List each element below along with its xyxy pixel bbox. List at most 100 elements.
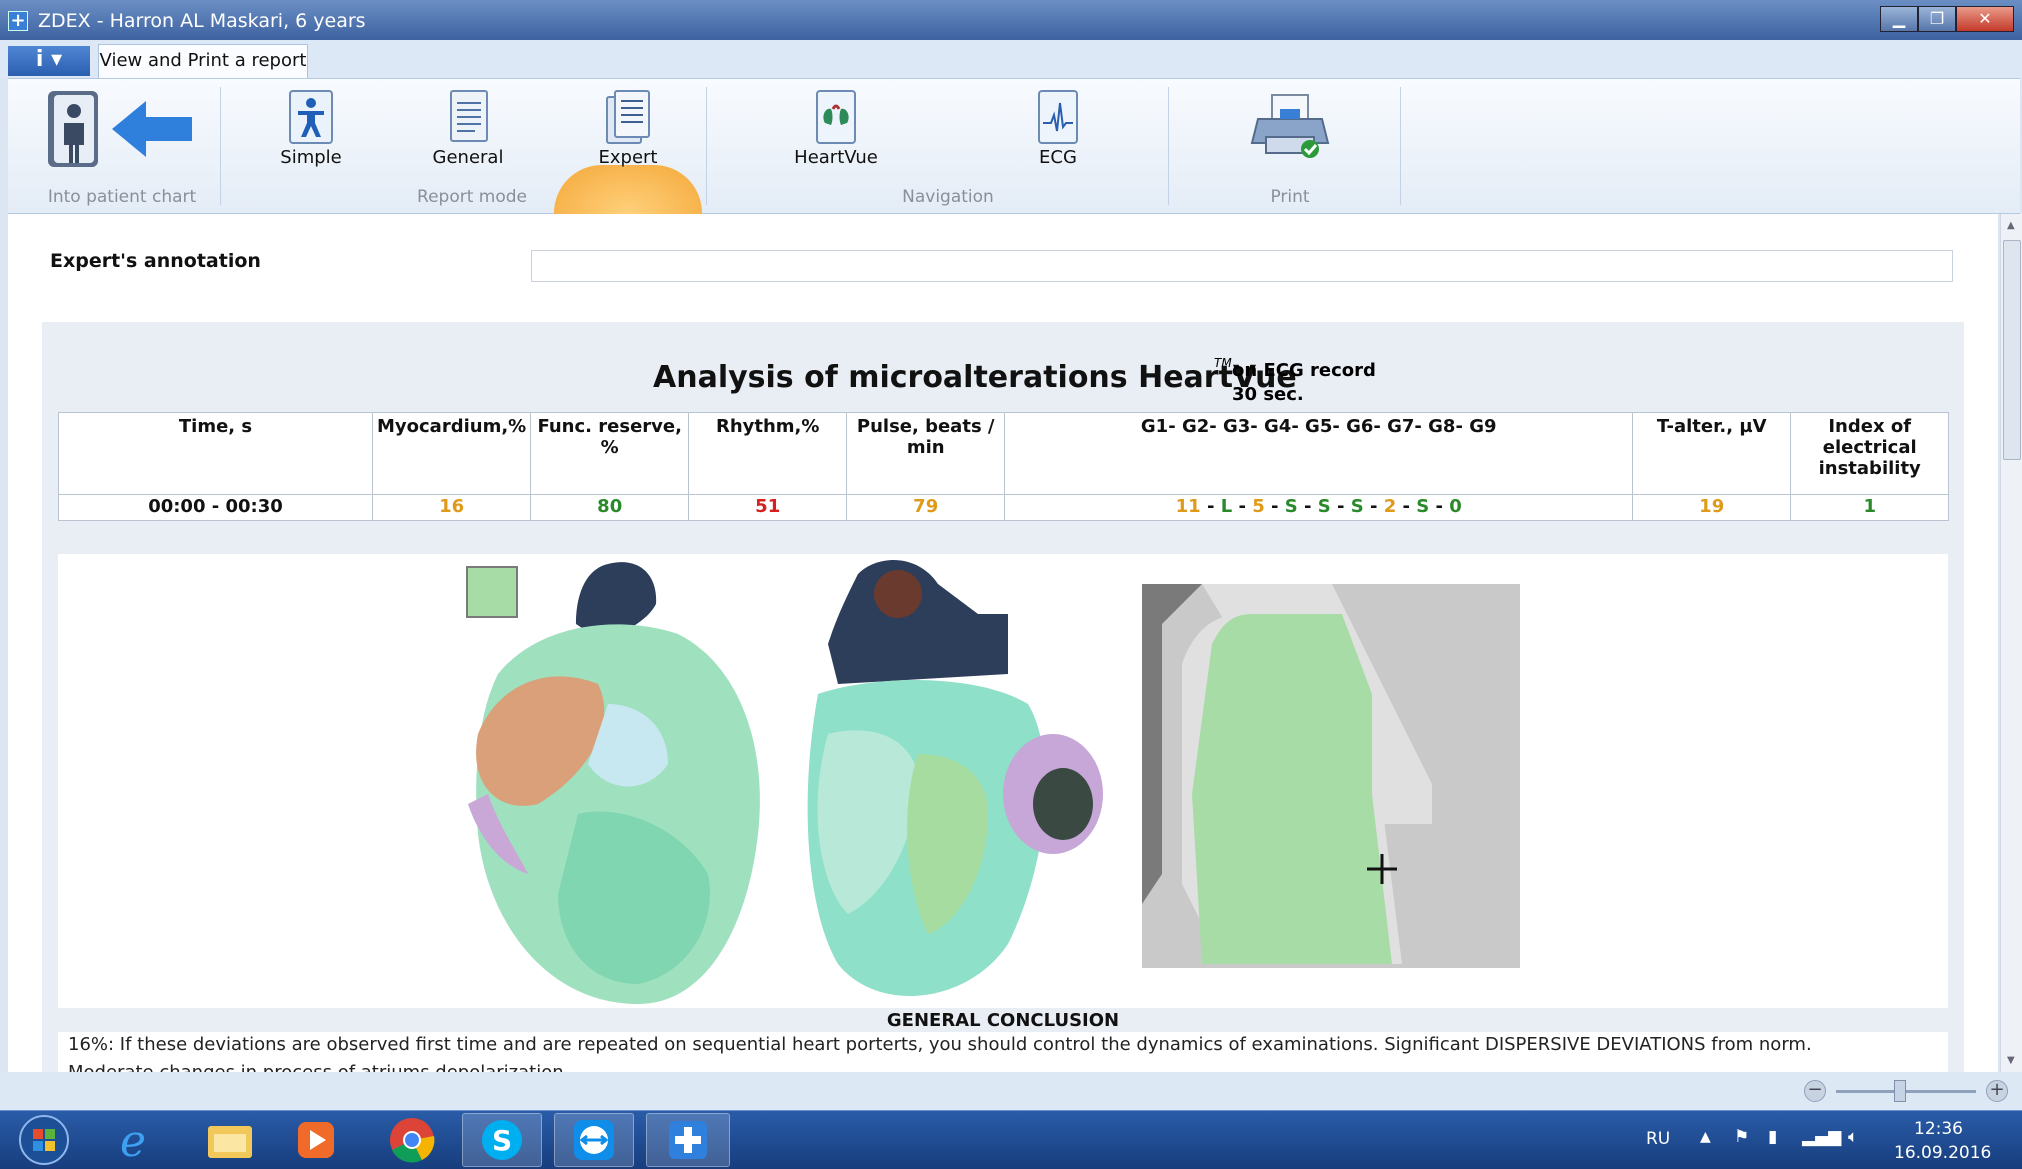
internet-explorer-icon[interactable]: e	[98, 1113, 178, 1167]
cell-func-reserve: 80	[530, 494, 690, 521]
heartvue-label: HeartVue	[794, 147, 878, 168]
app-cross-icon[interactable]: +	[8, 11, 28, 31]
expert-mode-button[interactable]: Expert	[580, 89, 676, 179]
header-g-leads: G1- G2- G3- G4- G5- G6- G7- G8- G9	[1004, 412, 1634, 495]
into-patient-chart-button[interactable]	[42, 89, 202, 167]
tab-view-and-print[interactable]: View and Print a report	[98, 44, 308, 78]
teamviewer-icon[interactable]	[554, 1113, 634, 1167]
general-document-icon	[450, 90, 488, 142]
volume-icon[interactable]: 🔈︎	[1848, 1127, 1858, 1147]
annotation-input[interactable]	[531, 250, 1953, 282]
window-title: ZDEX - Harron AL Maskari, 6 years	[38, 10, 366, 32]
file-explorer-icon[interactable]	[190, 1113, 270, 1167]
header-rhythm: Rhythm,%	[688, 412, 848, 495]
svg-text:e: e	[120, 1116, 146, 1164]
general-mode-button[interactable]: General	[420, 89, 516, 179]
windows-taskbar: e S RU ▲ ⚑ ▮ ▂▄▆ 🔈︎ 12:36 16.09.2016	[0, 1110, 2022, 1168]
heartvue-visualization	[58, 554, 1948, 1008]
header-index-instability: Index of electrical instability	[1790, 412, 1950, 495]
media-player-icon[interactable]	[276, 1113, 356, 1167]
zdex-app-icon[interactable]	[646, 1113, 730, 1167]
g-separator: -	[1330, 496, 1351, 517]
clock-date[interactable]: 16.09.2016	[1894, 1143, 1991, 1163]
table-row: 00:00 - 00:30 16 80 51 79 11 - L - 5 - S…	[58, 494, 1950, 521]
group-label-print: Print	[1270, 187, 1310, 207]
simple-person-icon	[289, 90, 333, 144]
minimize-button[interactable]: ▁	[1880, 6, 1918, 32]
cell-pulse: 79	[846, 494, 1006, 521]
heart-model-front-image[interactable]	[458, 554, 798, 1008]
table-header-row: Time, s Myocardium,% Func. reserve, % Rh…	[58, 412, 1950, 495]
g-separator: -	[1429, 496, 1450, 517]
header-t-alter: T-alter., µV	[1632, 412, 1792, 495]
scroll-up-arrow-icon[interactable]: ▲	[2007, 220, 2015, 231]
app-menu-button[interactable]: i ▾	[8, 46, 90, 76]
group-label-navigation: Navigation	[902, 187, 994, 207]
analysis-panel: Analysis of microalterations HeartVue TM…	[42, 322, 1964, 1072]
group-label-into-patient-chart: Into patient chart	[47, 187, 197, 207]
g-separator: -	[1232, 496, 1253, 517]
show-hidden-icons-icon[interactable]: ▲	[1700, 1129, 1711, 1145]
g-separator: -	[1396, 496, 1417, 517]
g7-value: 2	[1383, 496, 1397, 517]
heart-model-back-image[interactable]	[788, 554, 1128, 1008]
conduction-map-image[interactable]	[1142, 584, 1520, 968]
action-center-flag-icon[interactable]: ⚑	[1734, 1127, 1749, 1147]
scroll-thumb[interactable]	[2003, 240, 2021, 460]
heartvue-lungs-icon	[816, 90, 856, 144]
g-separator: -	[1363, 496, 1384, 517]
cell-g-leads: 11 - L - 5 - S - S - S - 2 - S - 0	[1004, 494, 1634, 521]
conclusion-line-2: Moderate changes in process of atriums d…	[68, 1062, 564, 1072]
analysis-subtitle-duration: 30 sec.	[1232, 384, 1304, 405]
g1-value: 11	[1175, 496, 1201, 517]
g5-value: S	[1317, 496, 1331, 517]
analysis-table: Time, s Myocardium,% Func. reserve, % Rh…	[58, 412, 1950, 521]
trademark: TM	[1214, 356, 1232, 370]
cell-myocardium: 16	[371, 494, 532, 521]
ecg-button[interactable]: ECG	[1010, 89, 1106, 179]
scroll-down-arrow-icon[interactable]: ▼	[2007, 1055, 2015, 1066]
header-myocardium: Myocardium,%	[371, 412, 532, 495]
simple-mode-button[interactable]: Simple	[266, 89, 356, 179]
zoom-out-icon[interactable]: −	[1804, 1080, 1826, 1102]
analysis-subtitle-record: on ECG record	[1232, 360, 1376, 381]
expert-documents-icon	[606, 90, 650, 144]
g-separator: -	[1297, 496, 1318, 517]
header-func-reserve: Func. reserve, %	[530, 412, 690, 495]
header-time: Time, s	[58, 412, 373, 495]
chrome-icon[interactable]	[372, 1113, 452, 1167]
network-signal-icon[interactable]: ▂▄▆	[1802, 1127, 1841, 1147]
cell-t-alter: 19	[1632, 494, 1792, 521]
title-bar[interactable]: + ZDEX - Harron AL Maskari, 6 years ▁ ❐ …	[0, 0, 2022, 40]
expert-label: Expert	[598, 147, 658, 168]
patient-chart-back-icon	[48, 91, 192, 167]
zoom-in-icon[interactable]: +	[1986, 1080, 2008, 1102]
g-separator: -	[1200, 496, 1221, 517]
clock-time[interactable]: 12:36	[1914, 1119, 1963, 1139]
general-label: General	[432, 147, 504, 168]
g6-value: S	[1350, 496, 1364, 517]
vertical-scrollbar[interactable]: ▲ ▼	[2000, 214, 2022, 1072]
g2-value: L	[1220, 496, 1233, 517]
g4-value: S	[1284, 496, 1298, 517]
annotation-label: Expert's annotation	[50, 250, 261, 272]
header-pulse: Pulse, beats / min	[846, 412, 1006, 495]
power-icon[interactable]: ▮	[1768, 1127, 1777, 1147]
zoom-slider-track[interactable]	[1836, 1090, 1976, 1093]
close-button[interactable]: ✕	[1956, 6, 2014, 32]
maximize-button[interactable]: ❐	[1918, 6, 1956, 32]
print-button[interactable]	[1242, 91, 1338, 171]
status-bar: − +	[0, 1072, 2022, 1110]
start-orb-icon[interactable]	[4, 1113, 84, 1167]
g8-value: S	[1416, 496, 1430, 517]
printer-icon	[1250, 94, 1330, 158]
report-content: Expert's annotation Analysis of microalt…	[8, 214, 1998, 1072]
language-indicator[interactable]: RU	[1646, 1129, 1670, 1149]
svg-text:S: S	[492, 1124, 512, 1157]
app-window: + ZDEX - Harron AL Maskari, 6 years ▁ ❐ …	[0, 0, 2022, 1110]
heartvue-button[interactable]: HeartVue	[788, 89, 884, 179]
skype-icon[interactable]: S	[462, 1113, 542, 1167]
zoom-slider-thumb[interactable]	[1894, 1080, 1906, 1102]
group-label-report-mode: Report mode	[417, 187, 527, 207]
ribbon-tab-row: i ▾ View and Print a report	[0, 40, 2022, 78]
